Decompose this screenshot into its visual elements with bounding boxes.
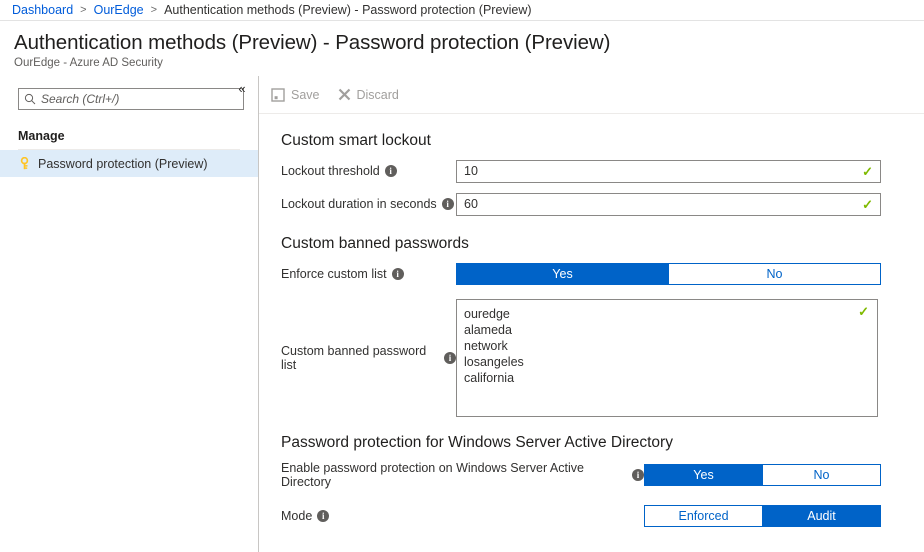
breadcrumb-item-dashboard[interactable]: Dashboard	[12, 3, 73, 17]
section-title-windows-server-ad: Password protection for Windows Server A…	[281, 434, 673, 451]
valid-check-icon: ✓	[858, 304, 869, 319]
mode-option-enforced[interactable]: Enforced	[644, 505, 763, 527]
sidebar-section-manage: Manage	[18, 129, 65, 143]
custom-banned-password-list-field[interactable]: ✓	[456, 299, 878, 417]
section-title-custom-banned-passwords: Custom banned passwords	[281, 235, 469, 252]
enable-password-protection-label: Enable password protection on Windows Se…	[281, 461, 584, 489]
lockout-threshold-field[interactable]: ✓	[456, 159, 881, 183]
discard-label: Discard	[356, 87, 399, 102]
search-box[interactable]	[18, 88, 244, 110]
field-enforce-custom-list: Enforce custom list i Yes No	[281, 262, 894, 286]
breadcrumb-item-current: Authentication methods (Preview) - Passw…	[164, 3, 532, 17]
enable-password-protection-toggle[interactable]: Yes No	[644, 464, 881, 486]
enable-password-protection-option-yes[interactable]: Yes	[644, 464, 763, 486]
field-custom-banned-password-list: Custom banned password list i ✓	[281, 299, 894, 417]
breadcrumb-separator: >	[80, 4, 87, 16]
field-lockout-duration: Lockout duration in seconds i ✓	[281, 192, 894, 216]
settings-form: Custom smart lockout Lockout threshold i…	[259, 114, 924, 528]
breadcrumb-item-ouredge[interactable]: OurEdge	[94, 3, 144, 17]
info-icon[interactable]: i	[441, 198, 454, 210]
enforce-custom-list-label: Enforce custom list	[281, 267, 387, 281]
page-title: Authentication methods (Preview) - Passw…	[14, 31, 611, 54]
info-icon[interactable]: i	[384, 165, 397, 177]
info-icon[interactable]: i	[391, 268, 404, 280]
valid-check-icon: ✓	[862, 196, 873, 212]
discard-button[interactable]: Discard	[338, 88, 399, 102]
lockout-duration-label: Lockout duration in seconds	[281, 197, 437, 211]
breadcrumb-separator: >	[150, 4, 158, 16]
field-enable-password-protection: Enable password protection on Windows Se…	[281, 461, 894, 489]
close-icon	[338, 88, 350, 101]
body-split: « Manage Password protection (Preview)	[0, 76, 924, 552]
save-icon	[271, 87, 285, 102]
enforce-custom-list-option-no[interactable]: No	[669, 263, 881, 285]
info-icon[interactable]: i	[444, 352, 456, 364]
field-lockout-threshold: Lockout threshold i ✓	[281, 159, 894, 183]
valid-check-icon: ✓	[862, 163, 873, 179]
field-mode: Mode i Enforced Audit	[281, 504, 894, 528]
search-icon	[24, 93, 36, 105]
command-toolbar: Save Discard	[259, 76, 924, 114]
content-pane: Save Discard Custom smart lockout Lockou…	[259, 76, 924, 552]
save-button[interactable]: Save	[271, 88, 320, 102]
save-label: Save	[291, 87, 320, 102]
lockout-threshold-label: Lockout threshold	[281, 164, 380, 178]
collapse-sidebar-icon[interactable]: «	[234, 82, 250, 98]
enforce-custom-list-toggle[interactable]: Yes No	[456, 263, 881, 285]
section-title-custom-smart-lockout: Custom smart lockout	[281, 132, 431, 149]
lockout-duration-field[interactable]: ✓	[456, 192, 881, 216]
page-subtitle: OurEdge - Azure AD Security	[14, 57, 163, 69]
info-icon[interactable]: i	[317, 510, 330, 522]
key-icon	[18, 157, 38, 170]
mode-toggle[interactable]: Enforced Audit	[644, 505, 881, 527]
page-header: Authentication methods (Preview) - Passw…	[0, 21, 924, 76]
breadcrumb: Dashboard > OurEdge > Authentication met…	[0, 0, 924, 21]
custom-banned-password-list-textarea[interactable]	[457, 300, 877, 416]
search-input[interactable]	[41, 92, 238, 106]
lockout-duration-input[interactable]	[457, 193, 880, 215]
mode-option-audit[interactable]: Audit	[763, 505, 881, 527]
lockout-threshold-input[interactable]	[457, 160, 880, 182]
enable-password-protection-option-no[interactable]: No	[763, 464, 881, 486]
mode-label: Mode	[281, 509, 313, 523]
info-icon[interactable]: i	[632, 469, 644, 481]
enforce-custom-list-option-yes[interactable]: Yes	[456, 263, 669, 285]
sidebar: « Manage Password protection (Preview)	[0, 76, 259, 552]
sidebar-item-password-protection[interactable]: Password protection (Preview)	[0, 150, 258, 177]
custom-banned-password-list-label: Custom banned password list	[281, 344, 427, 372]
sidebar-item-label: Password protection (Preview)	[38, 156, 208, 171]
